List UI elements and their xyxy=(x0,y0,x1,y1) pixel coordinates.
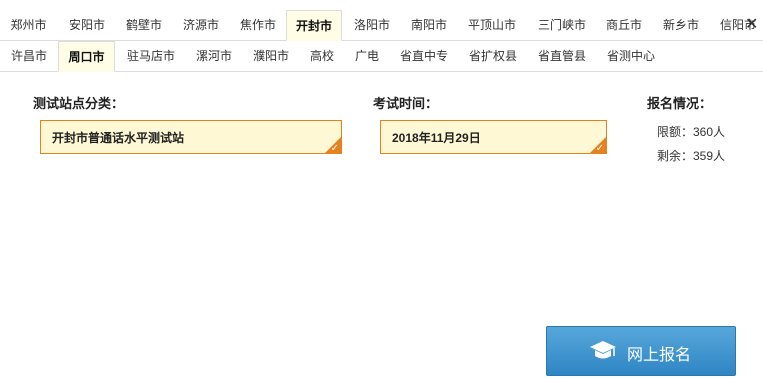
tab-luoyang[interactable]: 洛阳市 xyxy=(347,10,397,40)
exam-time-select[interactable]: 2018年11月29日 ✓ xyxy=(380,120,607,154)
exam-time-label: 考试时间： xyxy=(373,96,439,111)
tab-shengzhi-zhongzhuan[interactable]: 省直中专 xyxy=(393,41,455,71)
tab-puyang[interactable]: 濮阳市 xyxy=(246,41,296,71)
remaining-text: 剩余：359人 xyxy=(657,149,726,163)
tab-kaifeng[interactable]: 开封市 xyxy=(286,10,342,41)
tab-nanyang[interactable]: 南阳市 xyxy=(404,10,454,40)
tab-zhoukou[interactable]: 周口市 xyxy=(58,41,115,72)
tab-zhengzhou[interactable]: 郑州市 xyxy=(4,10,53,40)
city-tabs-row-1: 郑州市 安阳市 鹤壁市 济源市 焦作市 开封市 洛阳市 南阳市 平顶山市 三门峡… xyxy=(0,10,763,41)
close-icon[interactable]: ✕ xyxy=(745,14,758,34)
tab-luohe[interactable]: 漯河市 xyxy=(189,41,239,71)
tab-hebi[interactable]: 鹤壁市 xyxy=(119,10,169,40)
category-value: 开封市普通话水平测试站 xyxy=(52,131,185,145)
tab-shengkuoquanxian[interactable]: 省扩权县 xyxy=(462,41,524,71)
city-tabs-row-2: 许昌市 周口市 驻马店市 漯河市 濮阳市 高校 广电 省直中专 省扩权县 省直管… xyxy=(0,41,763,72)
tab-shangqiu[interactable]: 商丘市 xyxy=(599,10,649,40)
tab-jiyuan[interactable]: 济源市 xyxy=(176,10,226,40)
tab-pingdingshan[interactable]: 平顶山市 xyxy=(461,10,523,40)
register-button-label: 网上报名 xyxy=(627,347,692,364)
tab-guangdian[interactable]: 广电 xyxy=(348,41,386,71)
status-label: 报名情况： xyxy=(647,96,713,111)
check-icon: ✓ xyxy=(595,143,604,154)
tab-xuchang[interactable]: 许昌市 xyxy=(4,41,54,71)
tab-shengce-zhongxin[interactable]: 省测中心 xyxy=(600,41,662,71)
tab-gaoxiao[interactable]: 高校 xyxy=(303,41,341,71)
category-select[interactable]: 开封市普通话水平测试站 ✓ xyxy=(40,120,342,154)
quota-text: 限额：360人 xyxy=(657,125,726,139)
tab-zhumadian[interactable]: 驻马店市 xyxy=(120,41,182,71)
tab-xinxiang[interactable]: 新乡市 xyxy=(656,10,706,40)
check-icon: ✓ xyxy=(330,143,339,154)
tab-jiaozuo[interactable]: 焦作市 xyxy=(233,10,283,40)
register-button[interactable]: 网上报名 xyxy=(546,326,736,376)
tab-shengzhiguanxian[interactable]: 省直管县 xyxy=(531,41,593,71)
tab-sanmenxia[interactable]: 三门峡市 xyxy=(531,10,593,40)
exam-time-value: 2018年11月29日 xyxy=(392,131,481,145)
tab-anyang[interactable]: 安阳市 xyxy=(62,10,112,40)
category-label: 测试站点分类： xyxy=(33,96,125,111)
graduation-cap-icon xyxy=(590,341,616,359)
